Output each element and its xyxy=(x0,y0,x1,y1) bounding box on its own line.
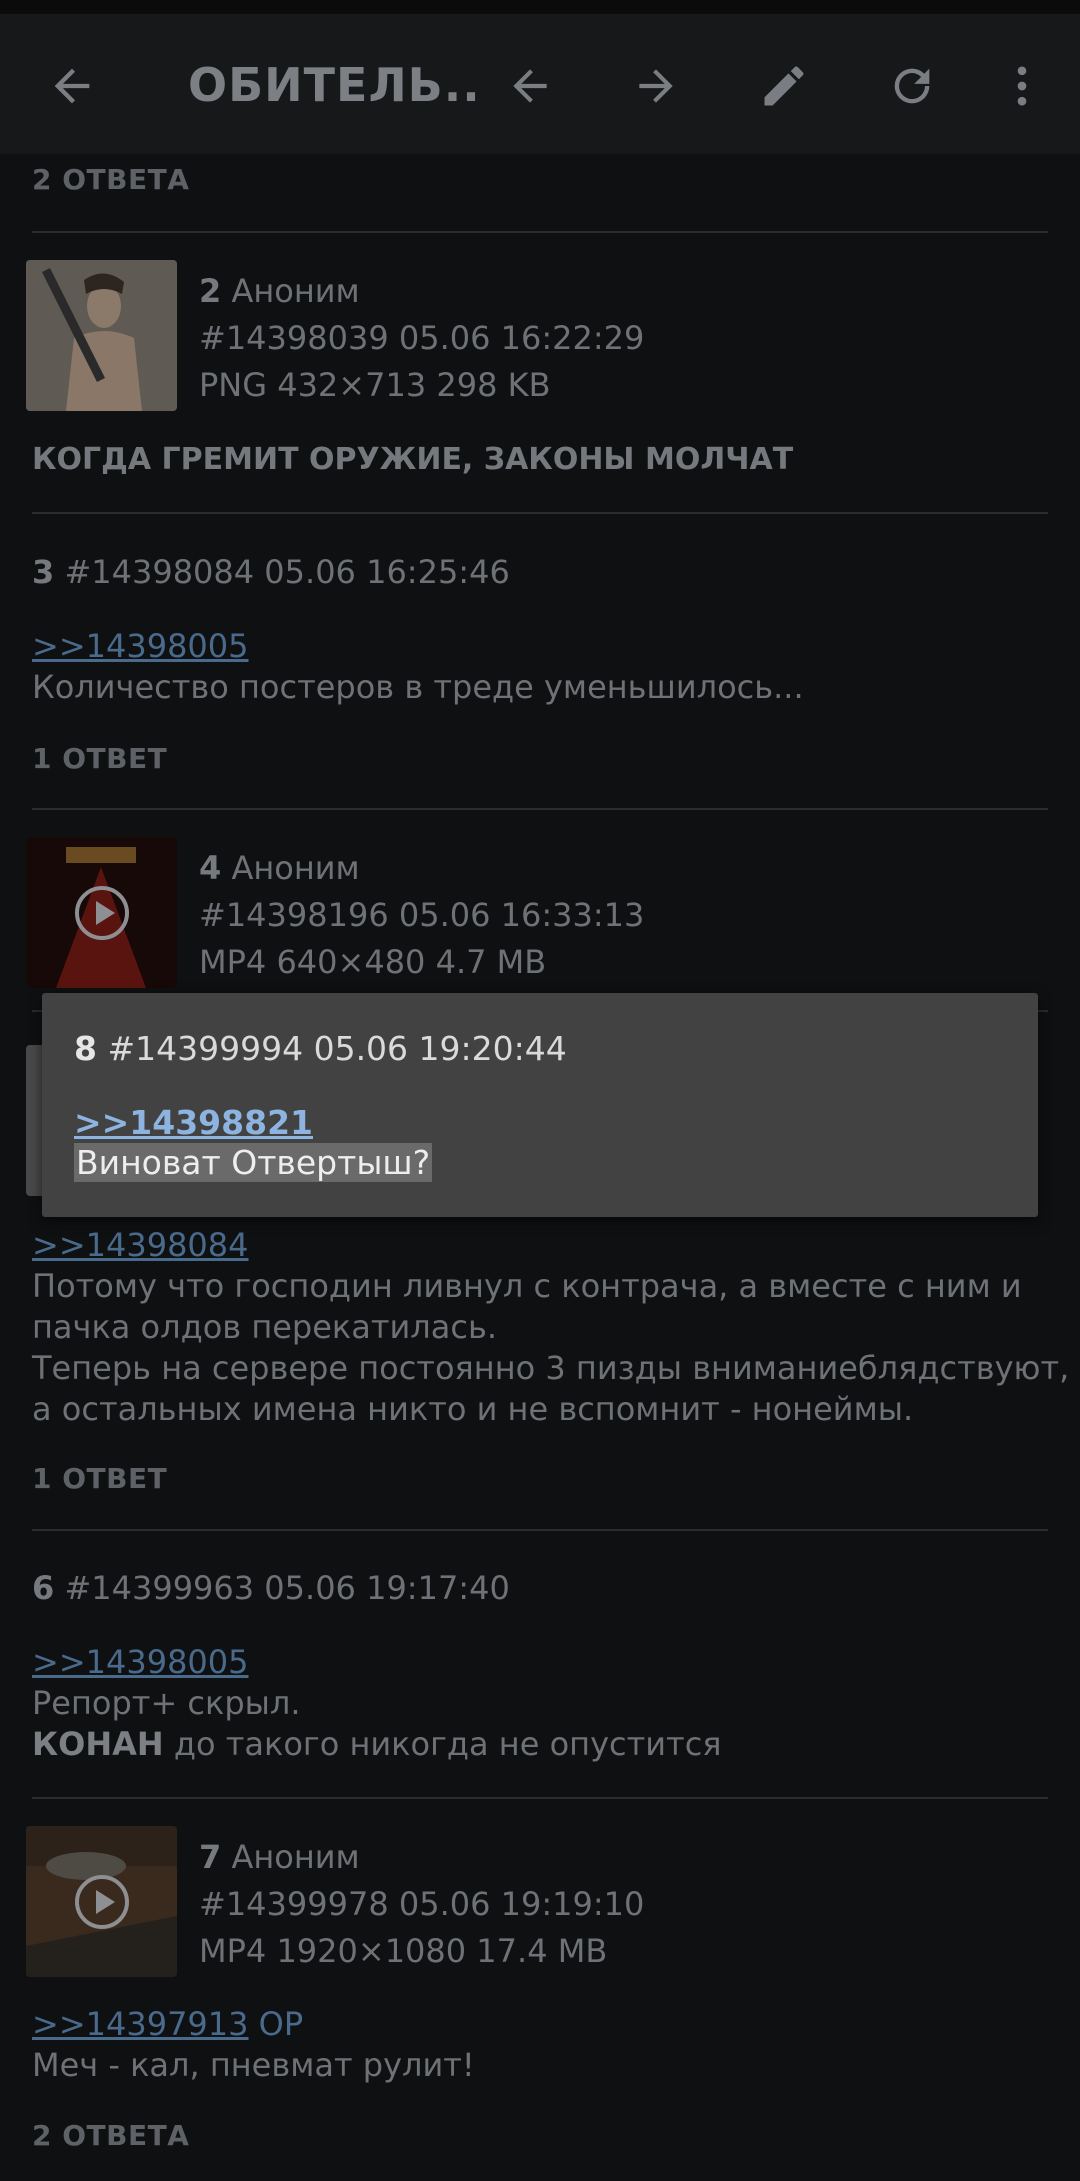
post-text-line: Репорт+ скрыл. xyxy=(32,1684,301,1722)
play-icon xyxy=(74,885,129,940)
post-text: Виноват Отвертыш? xyxy=(74,1143,433,1182)
status-bar xyxy=(0,0,1080,14)
post-number: 4 xyxy=(199,849,222,887)
replies-count[interactable]: 2 ОТВЕТА xyxy=(32,163,189,196)
video-thumbnail[interactable] xyxy=(26,1826,177,1977)
post-id-date[interactable]: #14399994 05.06 19:20:44 xyxy=(107,1029,566,1068)
replies-count[interactable]: 1 ОТВЕТ xyxy=(32,1462,167,1495)
reply-link-line: >>14397913 OP xyxy=(32,2005,303,2043)
poster-name: Аноним xyxy=(231,1838,360,1876)
post-id-date[interactable]: #14399963 05.06 19:17:40 xyxy=(64,1569,509,1607)
post-text: Меч - кал, пневмат рулит! xyxy=(32,2046,475,2084)
post-number: 7 xyxy=(199,1838,222,1876)
post-number: 6 xyxy=(32,1569,55,1607)
reply-link[interactable]: >>14398005 xyxy=(32,1643,249,1681)
reply-link[interactable]: >>14398821 xyxy=(74,1103,313,1142)
pencil-icon[interactable] xyxy=(752,54,816,118)
arrow-left-icon[interactable] xyxy=(40,54,104,118)
reply-link[interactable]: >>14398084 xyxy=(32,1226,249,1264)
file-info: PNG 432×713 298 KB xyxy=(199,366,551,404)
divider xyxy=(32,512,1048,514)
divider xyxy=(32,1529,1048,1531)
post-text-line: Теперь на сервере постоянно 3 пизды вним… xyxy=(32,1349,1070,1387)
post-header: 4 Аноним xyxy=(199,849,360,887)
post-id-date[interactable]: #14398084 05.06 16:25:46 xyxy=(64,553,509,591)
post-header: 6 #14399963 05.06 19:17:40 xyxy=(32,1569,510,1607)
plain-text: до такого никогда не опустится xyxy=(163,1725,722,1763)
divider xyxy=(32,231,1048,233)
thread-title[interactable]: ОБИТЕЛЬ... xyxy=(188,58,478,112)
post-text-line: Потому что господин ливнул с контрача, а… xyxy=(32,1267,1022,1305)
reply-link[interactable]: >>14398005 xyxy=(32,627,249,665)
post-id-date[interactable]: #14398039 05.06 16:22:29 xyxy=(199,319,644,357)
post-thumbnail[interactable] xyxy=(26,260,177,411)
play-icon xyxy=(74,1874,129,1929)
post-subject: КОГДА ГРЕМИТ ОРУЖИЕ, ЗАКОНЫ МОЛЧАТ xyxy=(32,442,794,477)
post-number: 2 xyxy=(199,272,222,310)
refresh-icon[interactable] xyxy=(880,54,944,118)
post-number: 3 xyxy=(32,553,55,591)
replies-count[interactable]: 2 ОТВЕТА xyxy=(32,2119,189,2152)
post-preview-popup[interactable]: 8 #14399994 05.06 19:20:44 >>14398821 Ви… xyxy=(42,993,1038,1217)
poster-name: Аноним xyxy=(231,272,360,310)
arrow-right-icon[interactable] xyxy=(624,54,688,118)
post-header: 2 Аноним xyxy=(199,272,360,310)
post-text-line: а остальных имена никто и не вспомнит - … xyxy=(32,1390,914,1428)
divider xyxy=(32,1797,1048,1799)
post-id-date[interactable]: #14399978 05.06 19:19:10 xyxy=(199,1885,644,1923)
file-info: MP4 640×480 4.7 MB xyxy=(199,943,547,981)
post-id-date[interactable]: #14398196 05.06 16:33:13 xyxy=(199,896,644,934)
file-info: MP4 1920×1080 17.4 MB xyxy=(199,1932,608,1970)
post-text-line: КОНАН до такого никогда не опустится xyxy=(32,1725,722,1763)
post-text: Количество постеров в треде уменьшилось.… xyxy=(32,668,804,706)
popup-header: 8 #14399994 05.06 19:20:44 xyxy=(74,1029,567,1068)
post-header: 3 #14398084 05.06 16:25:46 xyxy=(32,553,510,591)
toolbar: ОБИТЕЛЬ... xyxy=(0,14,1080,154)
post-header: 7 Аноним xyxy=(199,1838,360,1876)
replies-count[interactable]: 1 ОТВЕТ xyxy=(32,742,167,775)
prev-arrow-icon[interactable] xyxy=(498,54,562,118)
divider xyxy=(32,808,1048,810)
poster-name: Аноним xyxy=(231,849,360,887)
more-vert-icon[interactable] xyxy=(990,54,1054,118)
reply-link[interactable]: >>14397913 xyxy=(32,2005,249,2043)
post-number: 8 xyxy=(74,1029,97,1068)
bold-text: КОНАН xyxy=(32,1725,164,1763)
op-marker: OP xyxy=(248,2005,304,2043)
video-thumbnail[interactable] xyxy=(26,837,177,988)
post-text-line: пачка олдов перекатилась. xyxy=(32,1308,497,1346)
